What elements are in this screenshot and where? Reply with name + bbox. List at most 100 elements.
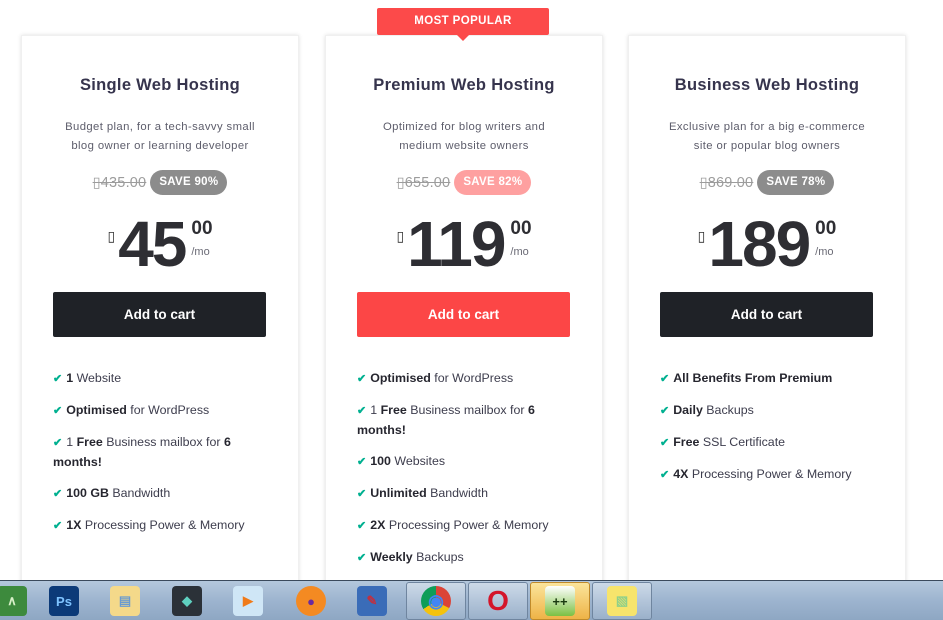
sticky-notes-icon: ▧ — [607, 586, 637, 616]
feature-highlight: Optimised — [370, 371, 431, 385]
feature-highlight: 1X — [66, 518, 82, 532]
check-icon: ✔ — [660, 437, 670, 449]
price-cents: 00 — [510, 218, 532, 239]
most-popular-ribbon: MOST POPULAR — [377, 8, 549, 41]
price: ▯ 189 00 /mo — [629, 208, 905, 280]
taskbar-item[interactable]: ● — [281, 582, 341, 620]
taskbar-item[interactable]: ◆ — [157, 582, 217, 620]
feature-list: ✔ All Benefits From Premium ✔ Daily Backups… — [660, 369, 887, 497]
plan-description-line: blog owner or learning developer — [71, 140, 249, 152]
feature-text: Websites — [390, 454, 446, 468]
plan-card-business: Business Web Hosting Exclusive plan for … — [628, 35, 906, 580]
check-icon: ✔ — [660, 405, 670, 417]
check-icon: ✔ — [53, 437, 63, 449]
feature-highlight: All Benefits From Premium — [673, 371, 833, 385]
currency-symbol: ▯ — [396, 228, 405, 244]
taskbar-item[interactable]: Ps — [34, 582, 94, 620]
firefox-icon: ● — [296, 586, 326, 616]
chrome-icon: ◉ — [421, 586, 451, 616]
windows-taskbar: ∧ Ps ▤ ◆ ▶ ● ✎ ◉ O ++ ▧ — [0, 580, 943, 620]
price-fraction: 00 /mo — [815, 218, 836, 280]
old-price: ▯655.00 — [396, 174, 451, 191]
check-icon: ✔ — [660, 469, 670, 481]
feature-text: 1 — [370, 403, 381, 417]
check-icon: ✔ — [357, 488, 367, 500]
feature-highlight: Daily — [673, 403, 703, 417]
feature-highlight: 100 — [370, 454, 391, 468]
check-icon: ✔ — [53, 488, 63, 500]
plan-description-line: medium website owners — [399, 140, 529, 152]
notepad-plus-plus-icon: ++ — [545, 586, 575, 616]
plan-description: Budget plan, for a tech-savvy small blog… — [42, 118, 278, 156]
feature-item: ✔ 1 Free Business mailbox for 6 months! — [357, 401, 584, 440]
taskbar-item[interactable]: O — [468, 582, 528, 620]
price-period: /mo — [510, 246, 529, 258]
feature-highlight: Free — [380, 403, 407, 417]
feature-highlight: Weekly — [370, 550, 413, 564]
save-badge: SAVE 78% — [757, 170, 835, 195]
feature-item: ✔ All Benefits From Premium — [660, 369, 887, 389]
save-badge: SAVE 82% — [454, 170, 532, 195]
add-to-cart-button[interactable]: Add to cart — [660, 292, 873, 337]
feature-item: ✔ Daily Backups — [660, 401, 887, 421]
feature-list: ✔ 1 Website ✔ Optimised for WordPress ✔ 1 Fre… — [53, 369, 280, 548]
feature-text: Bandwidth — [426, 486, 488, 500]
plan-title: Single Web Hosting — [79, 76, 240, 94]
feature-text: SSL Certificate — [699, 435, 786, 449]
filmora-icon: ◆ — [172, 586, 202, 616]
feature-text: Bandwidth — [108, 486, 171, 500]
save-badge: SAVE 90% — [150, 170, 228, 195]
taskbar-item-active[interactable]: ++ — [530, 582, 590, 620]
price-amount: 189 — [708, 208, 811, 280]
plan-title: Business Web Hosting — [674, 76, 860, 94]
feature-item: ✔ 1X Processing Power & Memory — [53, 516, 280, 536]
feature-list: ✔ Optimised for WordPress ✔ 1 Free Business… — [357, 369, 584, 580]
price-amount: 45 — [118, 208, 187, 280]
feature-text: Backups — [412, 550, 464, 564]
price-period: /mo — [191, 246, 210, 258]
price-fraction: 00 /mo — [510, 218, 531, 280]
paint-icon: ✎ — [357, 586, 387, 616]
price-amount: 119 — [407, 208, 506, 280]
taskbar-item[interactable]: ▤ — [95, 582, 155, 620]
taskbar-item[interactable]: ▧ — [592, 582, 652, 620]
check-icon: ✔ — [357, 456, 367, 468]
add-to-cart-button[interactable]: Add to cart — [357, 292, 570, 337]
taskbar-item[interactable]: ◉ — [406, 582, 466, 620]
opera-icon: O — [487, 585, 509, 616]
old-price-row: ▯435.00 SAVE 90% — [22, 170, 298, 195]
price-cents: 00 — [191, 218, 213, 239]
currency-symbol: ▯ — [107, 228, 116, 244]
feature-item: ✔ 4X Processing Power & Memory — [660, 465, 887, 485]
feature-text: Business mailbox for — [406, 403, 528, 417]
feature-highlight: Free — [673, 435, 700, 449]
plan-description-line: Budget plan, for a tech-savvy small — [65, 121, 255, 133]
feature-item: ✔ 1 Website — [53, 369, 280, 389]
taskbar-item[interactable]: ▶ — [218, 582, 278, 620]
feature-highlight: 100 GB — [66, 486, 109, 500]
plan-description-line: site or popular blog owners — [693, 140, 841, 152]
feature-text: Processing Power & Memory — [688, 467, 852, 481]
feature-text: for WordPress — [430, 371, 514, 385]
feature-text: Website — [73, 371, 122, 385]
plan-card-single: Single Web Hosting Budget plan, for a te… — [21, 35, 299, 580]
plan-description-line: Exclusive plan for a big e-commerce — [668, 121, 866, 133]
feature-text: for WordPress — [126, 403, 210, 417]
feature-item: ✔ Free SSL Certificate — [660, 433, 887, 453]
add-to-cart-button[interactable]: Add to cart — [53, 292, 266, 337]
feature-text: 1 — [66, 435, 77, 449]
check-icon: ✔ — [53, 520, 63, 532]
price-cents: 00 — [815, 218, 837, 239]
check-icon: ✔ — [357, 520, 367, 532]
old-price: ▯435.00 — [92, 174, 147, 191]
file-explorer-icon: ▤ — [110, 586, 140, 616]
coreldraw-icon: ∧ — [0, 586, 27, 616]
old-price-row: ▯869.00 SAVE 78% — [629, 170, 905, 195]
feature-item: ✔ Unlimited Bandwidth — [357, 484, 584, 504]
taskbar-item[interactable]: ✎ — [342, 582, 402, 620]
price-fraction: 00 /mo — [191, 218, 212, 280]
check-icon: ✔ — [357, 405, 367, 417]
old-price-row: ▯655.00 SAVE 82% — [326, 170, 602, 195]
price-period: /mo — [815, 246, 834, 258]
currency-symbol: ▯ — [697, 228, 706, 244]
